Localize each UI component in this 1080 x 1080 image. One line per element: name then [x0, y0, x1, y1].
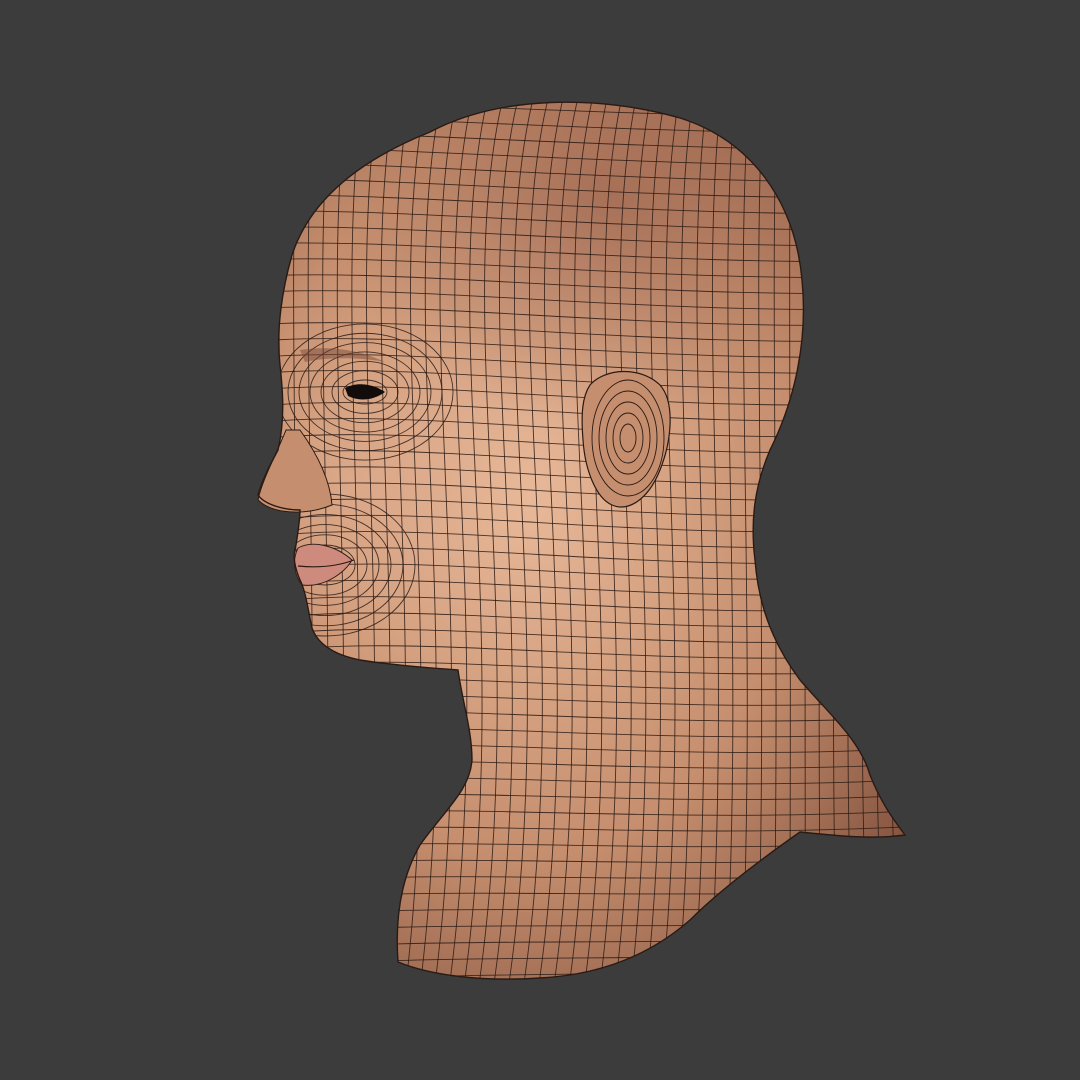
- head-mesh-render: [0, 0, 1080, 1080]
- render-viewport: [0, 0, 1080, 1080]
